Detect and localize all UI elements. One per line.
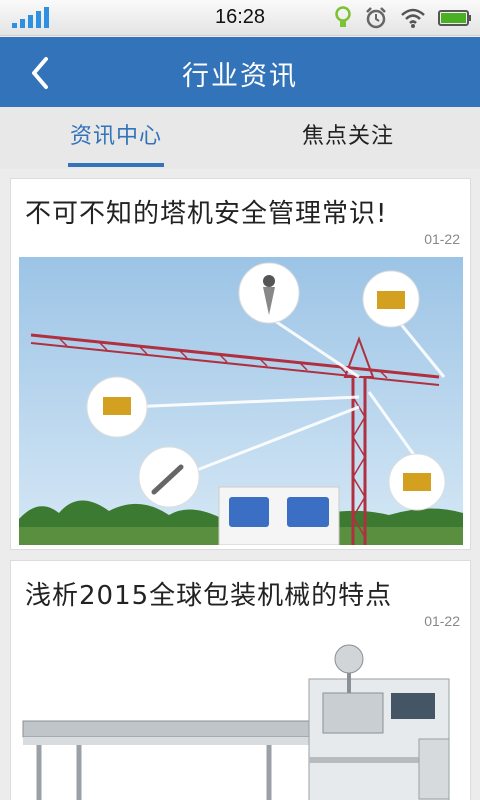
title-bar: 行业资讯 [0, 37, 480, 107]
status-bar: 16:28 [0, 0, 480, 36]
tab-focus[interactable]: 焦点关注 [300, 107, 396, 169]
article-image [19, 639, 463, 800]
alarm-icon [366, 7, 386, 29]
article-date: 01-22 [424, 613, 460, 629]
tab-news-center[interactable]: 资讯中心 [68, 107, 164, 169]
wifi-icon [401, 8, 425, 28]
article-image [19, 257, 463, 545]
article-date: 01-22 [424, 231, 460, 247]
article-title: 浅析2015全球包装机械的特点 [25, 581, 393, 611]
page-title: 行业资讯 [182, 61, 298, 92]
lightbulb-icon [335, 6, 351, 27]
active-tab-indicator [68, 163, 164, 167]
tab-bar: 资讯中心 焦点关注 [0, 107, 480, 169]
article-card[interactable]: 不可不知的塔机安全管理常识! 01-22 [10, 178, 471, 550]
battery-icon [438, 10, 471, 26]
article-title: 不可不知的塔机安全管理常识! [25, 199, 388, 229]
article-card[interactable]: 浅析2015全球包装机械的特点 01-22 [10, 560, 471, 800]
